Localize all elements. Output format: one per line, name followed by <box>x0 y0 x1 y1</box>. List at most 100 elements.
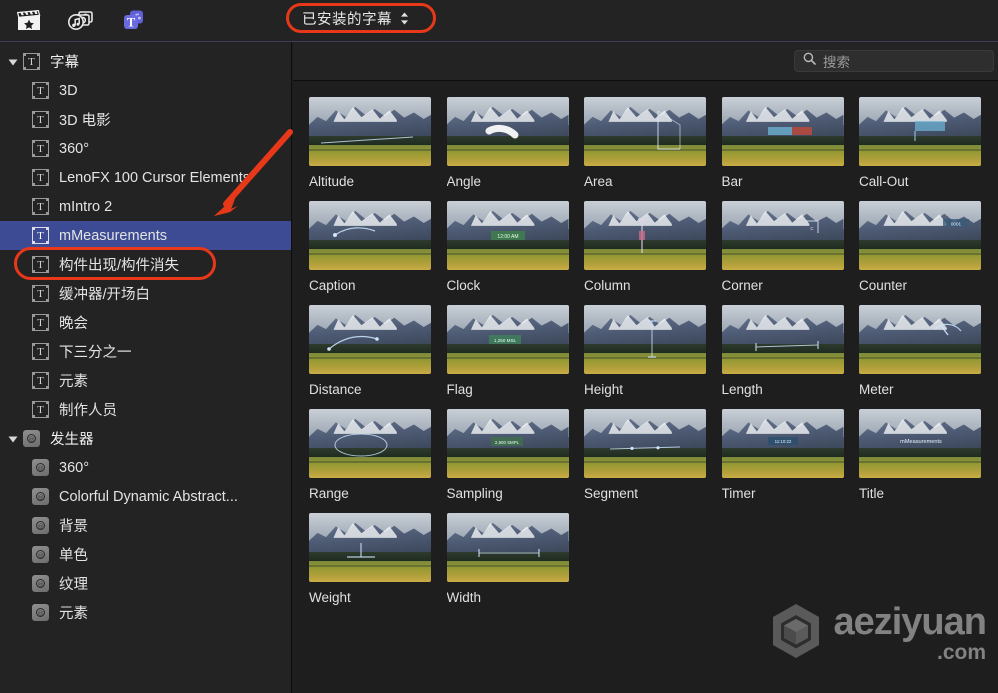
sidebar-item-colorful-dynamic-abstract[interactable]: ◎ Colorful Dynamic Abstract... <box>0 482 291 511</box>
title-item-label: Segment <box>584 486 639 501</box>
sidebar-item-soiree[interactable]: T 晚会 <box>0 308 291 337</box>
title-grid-item[interactable]: Weight <box>309 513 447 605</box>
title-item-label: Flag <box>446 382 473 397</box>
title-thumbnail[interactable] <box>859 97 981 166</box>
title-overlay-preview <box>584 305 706 374</box>
library-dropdown[interactable]: 已安装的字幕 <box>290 5 421 33</box>
title-thumbnail[interactable] <box>309 305 431 374</box>
title-grid: Altitude Angle Area Bar Call-Out Caption 12:00… <box>293 81 998 693</box>
title-thumbnail[interactable] <box>721 305 844 374</box>
sidebar-item-generator-elements[interactable]: ◎ 元素 <box>0 598 291 627</box>
title-grid-item[interactable]: Altitude <box>309 97 447 189</box>
title-grid-item[interactable]: Bar <box>721 97 860 189</box>
sidebar-item-lenofx[interactable]: T LenoFX 100 Cursor Elements <box>0 163 291 192</box>
sidebar-item-mintro2[interactable]: T mIntro 2 <box>0 192 291 221</box>
svg-text:12:00 AM: 12:00 AM <box>497 234 518 240</box>
title-item-label: Distance <box>309 382 362 397</box>
disclosure-triangle-icon[interactable] <box>6 434 19 444</box>
title-thumbnail[interactable] <box>309 409 431 478</box>
sidebar-item-generator-360[interactable]: ◎ 360° <box>0 453 291 482</box>
title-grid-item[interactable]: Column <box>584 201 722 293</box>
sidebar-group-titles[interactable]: T 字幕 <box>0 47 291 76</box>
generator-icon: ◎ <box>31 487 50 506</box>
title-grid-item[interactable]: Range <box>309 409 447 501</box>
title-thumbnail[interactable] <box>721 97 844 166</box>
title-thumbnail[interactable]: 0001 <box>859 201 981 270</box>
title-grid-item[interactable]: Length <box>721 305 860 397</box>
sidebar-item-bumper-opener[interactable]: T 缓冲器/开场白 <box>0 279 291 308</box>
sidebar-item-360[interactable]: T 360° <box>0 134 291 163</box>
search-input[interactable]: 搜索 <box>794 50 994 72</box>
title-grid-item[interactable]: Distance <box>309 305 447 397</box>
sidebar-item-label: mIntro 2 <box>59 198 113 215</box>
title-thumbnail[interactable] <box>446 513 569 582</box>
generator-icon: ◎ <box>31 574 50 593</box>
title-icon: T <box>31 255 50 274</box>
sidebar-item-elements[interactable]: T 元素 <box>0 366 291 395</box>
title-grid-item[interactable]: Width <box>446 513 585 605</box>
sidebar-item-textures[interactable]: ◎ 纹理 <box>0 569 291 598</box>
title-grid-item[interactable]: 0001 Counter <box>859 201 997 293</box>
sidebar-item-credits[interactable]: T 制作人员 <box>0 395 291 424</box>
title-grid-item[interactable]: Segment <box>584 409 722 501</box>
title-item-label: Column <box>584 278 631 293</box>
title-thumbnail[interactable] <box>446 97 569 166</box>
title-item-label: Clock <box>446 278 481 293</box>
title-grid-item[interactable]: 11:10:22 Timer <box>721 409 860 501</box>
generator-icon: ◎ <box>22 429 41 448</box>
sidebar-item-build-in-out[interactable]: T 构件出现/构件消失 <box>0 250 291 279</box>
sidebar-item-backgrounds[interactable]: ◎ 背景 <box>0 511 291 540</box>
sidebar-item-3d[interactable]: T 3D <box>0 76 291 105</box>
title-item-label: Altitude <box>309 174 355 189</box>
media-browser-icon[interactable] <box>14 7 44 35</box>
title-icon: T <box>31 342 50 361</box>
title-thumbnail[interactable]: 11:10:22 <box>721 409 844 478</box>
sidebar[interactable]: T 字幕 T 3D T 3D 电影 T 360° T LenoFX 100 Cu… <box>0 42 292 693</box>
search-bar: 搜索 <box>293 42 998 81</box>
title-grid-item[interactable]: Meter <box>859 305 997 397</box>
title-thumbnail[interactable]: 2,500 SMPL <box>446 409 569 478</box>
title-thumbnail[interactable]: mMeasurements <box>859 409 981 478</box>
title-grid-item[interactable]: mMeasurements Title <box>859 409 997 501</box>
title-thumbnail[interactable] <box>584 409 706 478</box>
title-thumbnail[interactable] <box>584 201 706 270</box>
title-item-label: Corner <box>721 278 763 293</box>
title-icon: T <box>31 168 50 187</box>
sidebar-item-lower-thirds[interactable]: T 下三分之一 <box>0 337 291 366</box>
title-grid-item[interactable]: 1,250 MSL Flag <box>446 305 585 397</box>
title-thumbnail[interactable]: 1,250 MSL <box>446 305 569 374</box>
title-thumbnail[interactable] <box>309 513 431 582</box>
title-grid-item[interactable]: Angle <box>446 97 585 189</box>
title-thumbnail[interactable]: C <box>721 201 844 270</box>
title-grid-item[interactable]: Height <box>584 305 722 397</box>
title-thumbnail[interactable]: 12:00 AM <box>446 201 569 270</box>
title-thumbnail[interactable] <box>584 305 706 374</box>
sidebar-item-label: mMeasurements <box>59 227 167 244</box>
title-overlay-preview: mMeasurements <box>859 409 981 478</box>
title-grid-item[interactable]: 12:00 AM Clock <box>446 201 585 293</box>
photos-audio-icon[interactable] <box>66 7 96 35</box>
title-thumbnail[interactable] <box>584 97 706 166</box>
title-overlay-preview <box>722 97 844 166</box>
sidebar-item-3d-cinematic[interactable]: T 3D 电影 <box>0 105 291 134</box>
sidebar-item-solids[interactable]: ◎ 单色 <box>0 540 291 569</box>
disclosure-triangle-icon[interactable] <box>6 57 19 67</box>
search-placeholder: 搜索 <box>823 55 850 70</box>
title-overlay-preview <box>447 97 569 166</box>
title-grid-item[interactable]: 2,500 SMPL Sampling <box>446 409 585 501</box>
title-item-label: Range <box>309 486 349 501</box>
title-grid-item[interactable]: Area <box>584 97 722 189</box>
library-dropdown-button[interactable]: 已安装的字幕 <box>290 5 421 33</box>
title-thumbnail[interactable] <box>309 97 431 166</box>
sidebar-group-generators[interactable]: ◎ 发生器 <box>0 424 291 453</box>
title-grid-item[interactable]: Call-Out <box>859 97 997 189</box>
title-grid-item[interactable]: C Corner <box>721 201 860 293</box>
titles-generators-icon[interactable]: T <box>118 7 148 35</box>
sidebar-item-label: 构件出现/构件消失 <box>59 258 180 274</box>
title-grid-item[interactable]: Caption <box>309 201 447 293</box>
title-thumbnail[interactable] <box>859 305 981 374</box>
app-window: T 已安装的字幕 T 字幕 T 3D T 3D 电影 T 360° T Leno… <box>0 0 998 693</box>
title-thumbnail[interactable] <box>309 201 431 270</box>
toolbar-icon-group: T <box>0 7 148 35</box>
sidebar-item-mmeasurements[interactable]: T mMeasurements <box>0 221 291 250</box>
